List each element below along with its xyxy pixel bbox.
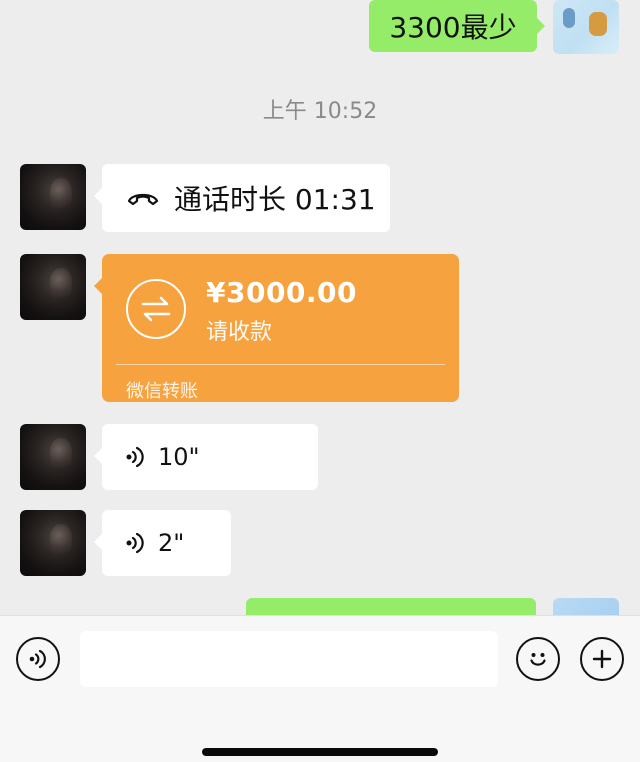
voice-wave-icon (126, 532, 144, 554)
transfer-divider (116, 364, 445, 365)
outgoing-message-bubble-partial[interactable] (246, 598, 536, 615)
transfer-amount: ¥3000.00 (206, 276, 358, 309)
my-avatar[interactable] (553, 0, 619, 54)
phone-hangup-icon (126, 190, 160, 206)
voice-message-bubble[interactable]: 10" (94, 424, 318, 490)
contact-avatar[interactable] (20, 510, 86, 576)
contact-avatar[interactable] (20, 164, 86, 230)
emoji-icon[interactable] (516, 637, 560, 681)
message-timestamp: 上午 10:52 (262, 99, 378, 124)
contact-avatar[interactable] (20, 254, 86, 320)
wechat-transfer-card[interactable]: ¥3000.00 请收款 微信转账 (94, 254, 459, 402)
chat-input-bar (0, 615, 640, 762)
transfer-icon (126, 279, 186, 339)
my-avatar-partial[interactable] (553, 598, 619, 615)
voice-wave-icon (126, 446, 144, 468)
message-input[interactable] (80, 631, 498, 687)
outgoing-message-text: 3300最少 (389, 11, 517, 44)
chat-area: 3300最少 上午 10:52 通话时长 01:31 ¥3000.00 请收款 … (0, 0, 640, 615)
voice-duration: 10" (158, 443, 200, 471)
contact-avatar[interactable] (20, 424, 86, 490)
voice-duration: 2" (158, 529, 185, 557)
transfer-footer: 微信转账 (126, 381, 198, 402)
call-record-bubble[interactable]: 通话时长 01:31 (94, 164, 390, 232)
transfer-subtitle: 请收款 (206, 320, 273, 345)
voice-message-bubble[interactable]: 2" (94, 510, 231, 576)
outgoing-message-bubble[interactable]: 3300最少 (369, 0, 545, 52)
plus-icon[interactable] (580, 637, 624, 681)
call-duration-label: 通话时长 01:31 (174, 183, 376, 216)
home-indicator (202, 748, 438, 756)
voice-input-icon[interactable] (16, 637, 60, 681)
